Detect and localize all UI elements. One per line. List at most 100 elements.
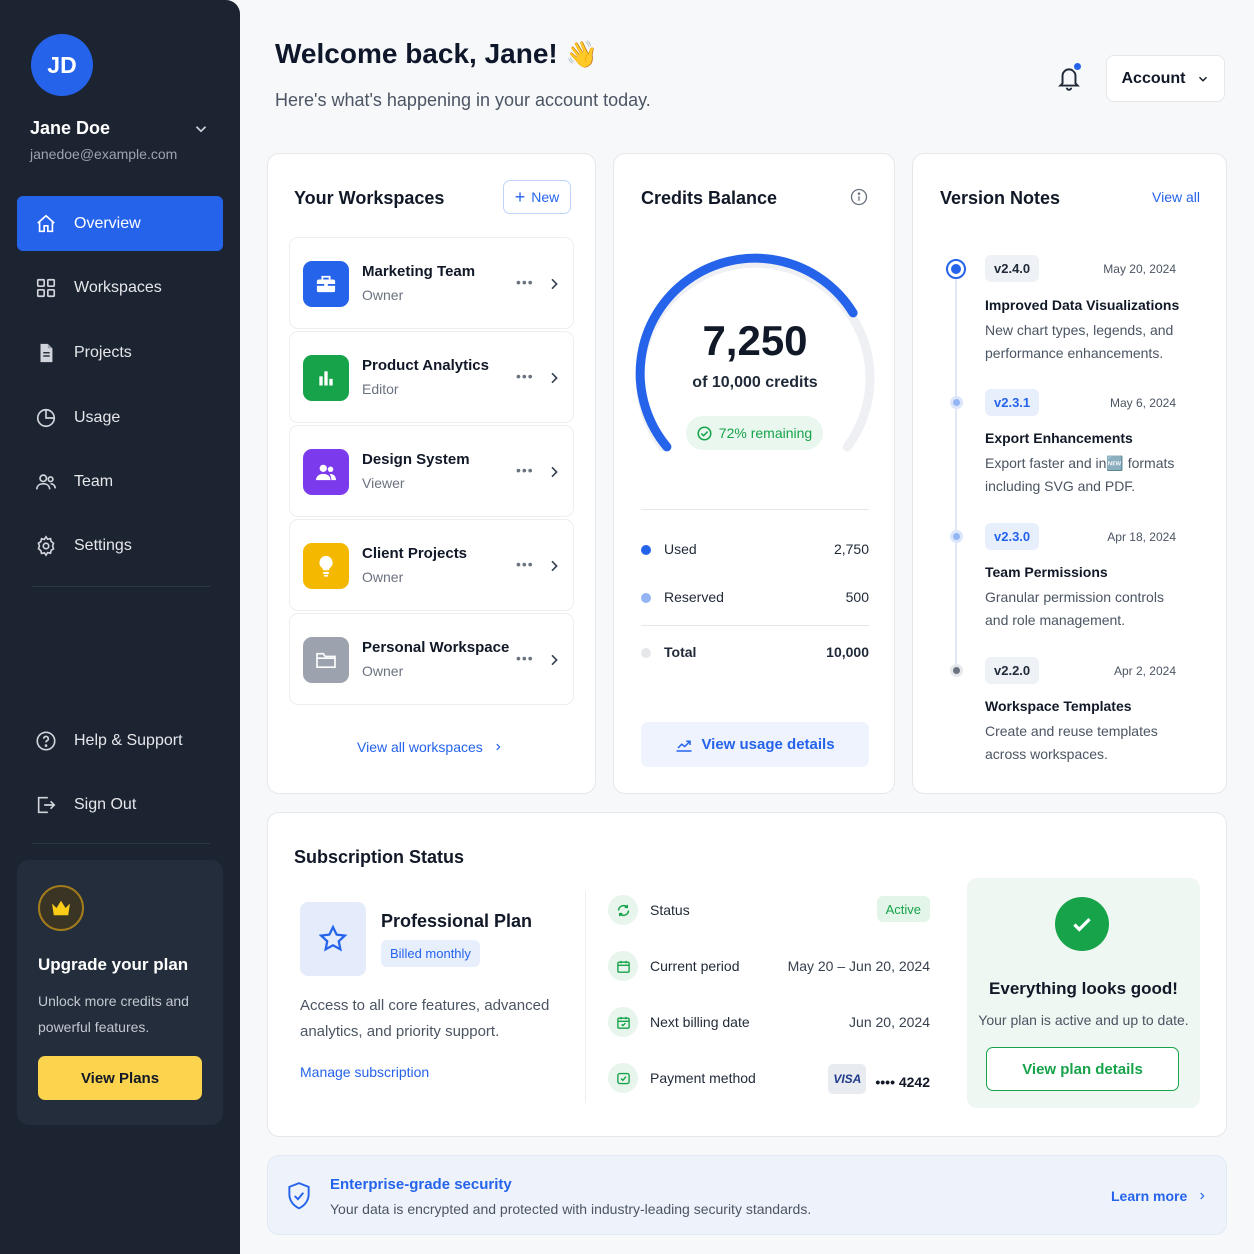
plus-icon: + [514, 187, 526, 207]
credits-of-text: of 10,000 credits [692, 374, 818, 391]
nav-item-help[interactable]: Help & Support [17, 713, 223, 768]
info-icon[interactable] [850, 188, 868, 206]
workspace-name: Client Projects [362, 545, 468, 562]
credits-row-label: Total [664, 644, 697, 660]
more-icon[interactable]: ••• [516, 650, 534, 666]
chevron-right-icon[interactable] [546, 557, 562, 575]
chevron-right-icon[interactable] [546, 463, 562, 481]
sub-row-value: May 20 – Jun 20, 2024 [787, 958, 930, 974]
chevron-right-icon[interactable] [546, 651, 562, 669]
gear-icon [35, 534, 57, 557]
workspace-item[interactable]: Marketing Team Owner ••• [289, 237, 574, 329]
star-icon [300, 902, 366, 976]
nav-item-projects[interactable]: Projects [17, 325, 223, 380]
status-summary: Everything looks good! Your plan is acti… [967, 878, 1200, 1108]
sub-row-next-billing: Next billing date Jun 20, 2024 [608, 1007, 930, 1043]
workspace-item[interactable]: Personal Workspace Owner ••• [289, 613, 574, 705]
user-name[interactable]: Jane Doe [30, 118, 110, 139]
legend-dot [641, 648, 651, 658]
crown-icon [38, 885, 84, 931]
view-usage-button[interactable]: View usage details [641, 722, 869, 767]
sub-row-value: Jun 20, 2024 [849, 1014, 930, 1030]
sub-row-label: Current period [650, 958, 740, 974]
nav-item-label: Overview [74, 214, 141, 232]
nav-divider [32, 843, 210, 844]
workspace-item[interactable]: Design System Viewer ••• [289, 425, 574, 517]
version-desc: Create and reuse templates across worksp… [985, 723, 1158, 762]
user-email: janedoe@example.com [30, 146, 178, 162]
legend-dot [641, 593, 651, 603]
workspaces-title: Your Workspaces [294, 188, 445, 208]
nav-item-sign-out[interactable]: Sign Out [17, 777, 223, 832]
nav-item-label: Team [74, 472, 114, 490]
workspace-role: Viewer [362, 475, 405, 491]
grid-icon [35, 277, 57, 299]
credits-row-value: 2,750 [833, 541, 869, 557]
lightbulb-icon [303, 543, 349, 589]
learn-more-link[interactable]: Learn more [1111, 1188, 1207, 1204]
more-icon[interactable]: ••• [516, 556, 534, 572]
more-icon[interactable]: ••• [516, 462, 534, 478]
nav-item-settings[interactable]: Settings [17, 518, 223, 573]
credits-row-total: Total 10,000 [641, 643, 869, 663]
manage-subscription-link[interactable]: Manage subscription [300, 1064, 429, 1080]
nav-item-team[interactable]: Team [17, 454, 223, 509]
version-desc: Export faster and in🆕 formats including … [985, 455, 1175, 494]
upgrade-text: Unlock more credits and powerful feature… [38, 993, 189, 1035]
credits-card: Credits Balance 7,250 of 10,000 credits … [613, 153, 895, 794]
view-plan-details-button[interactable]: View plan details [986, 1047, 1179, 1091]
status-badge: Active [876, 896, 930, 922]
good-text: Your plan is active and up to date. [978, 1012, 1189, 1028]
account-button[interactable]: Account [1106, 55, 1225, 102]
plan-desc: Access to all core features, advanced an… [300, 997, 550, 1040]
new-workspace-button[interactable]: + New [503, 180, 571, 214]
avatar[interactable]: JD [31, 34, 93, 96]
upgrade-card: Upgrade your plan Unlock more credits an… [17, 860, 223, 1125]
check-icon [1055, 897, 1109, 951]
sub-row-status: Status Active [608, 895, 930, 931]
credits-row-value: 10,000 [826, 644, 869, 660]
sub-row-value: Active [876, 896, 930, 922]
credits-value: 7,250 [702, 317, 808, 364]
version-badge: v2.3.0 [985, 523, 1040, 550]
version-notes-card: Version Notes View all v2.4.0 May 20, 20… [912, 153, 1227, 794]
nav-item-label: Projects [74, 343, 132, 361]
sub-row-label: Next billing date [650, 1014, 750, 1030]
folder-icon [303, 637, 349, 683]
legend-dot [641, 545, 651, 555]
version-desc: Granular permission controls and role ma… [985, 589, 1164, 628]
nav-item-overview[interactable]: Overview [17, 196, 223, 251]
workspace-name: Personal Workspace [362, 639, 510, 656]
check-circle-icon [697, 425, 712, 441]
billing-badge: Billed monthly [381, 940, 480, 967]
vertical-divider [585, 891, 586, 1103]
chevron-right-icon[interactable] [546, 275, 562, 293]
notification-dot [1072, 61, 1083, 72]
credits-row-value: 500 [845, 589, 869, 605]
subscription-title: Subscription Status [294, 847, 465, 867]
calendar-icon [608, 951, 638, 981]
remaining-badge: 72% remaining [686, 416, 823, 450]
chevron-right-icon [496, 743, 501, 751]
view-all-workspaces-label: View all workspaces [357, 739, 483, 755]
chevron-right-icon[interactable] [546, 369, 562, 387]
timeline-dot [946, 259, 966, 279]
more-icon[interactable]: ••• [516, 274, 534, 290]
more-icon[interactable]: ••• [516, 368, 534, 384]
workspace-item[interactable]: Client Projects Owner ••• [289, 519, 574, 611]
plan-name: Professional Plan [381, 911, 533, 931]
nav-item-workspaces[interactable]: Workspaces [17, 260, 223, 315]
learn-more-label: Learn more [1111, 1188, 1188, 1204]
page-subtitle: Here's what's happening in your account … [275, 90, 651, 110]
chevron-down-icon[interactable] [192, 120, 210, 138]
version-notes-title: Version Notes [940, 188, 1061, 208]
view-plans-button[interactable]: View Plans [38, 1056, 202, 1100]
workspace-item[interactable]: Product Analytics Editor ••• [289, 331, 574, 423]
view-all-workspaces-link[interactable]: View all workspaces [357, 739, 503, 755]
workspaces-card: Your Workspaces + New Marketing Team Own… [267, 153, 596, 794]
version-desc: New chart types, legends, and performanc… [985, 322, 1174, 361]
security-text: Your data is encrypted and protected wit… [330, 1201, 812, 1217]
sidebar: JD Jane Doe janedoe@example.com Overview… [0, 0, 240, 1254]
view-all-link[interactable]: View all [1152, 189, 1200, 205]
nav-item-usage[interactable]: Usage [17, 390, 223, 445]
